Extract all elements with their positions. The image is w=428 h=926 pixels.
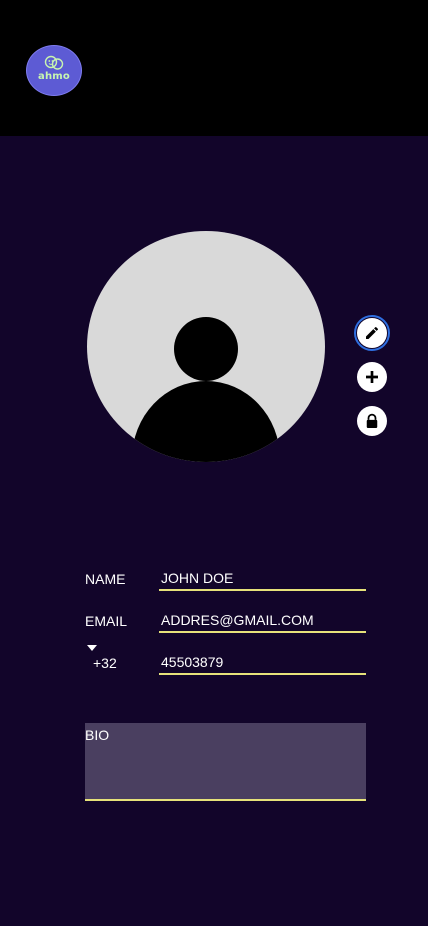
phone-field[interactable]	[159, 653, 366, 675]
chat-bubbles-icon	[44, 55, 64, 70]
country-code-select[interactable]: +32	[93, 655, 117, 671]
edit-profile-button[interactable]	[354, 315, 390, 351]
email-field[interactable]	[159, 611, 366, 633]
name-label: NAME	[85, 571, 126, 587]
top-bar: ahmo	[0, 0, 428, 136]
pencil-icon	[366, 326, 379, 339]
country-dropdown-arrow-icon[interactable]	[87, 645, 97, 651]
app-logo[interactable]: ahmo	[26, 45, 82, 96]
logo-text: ahmo	[38, 71, 70, 82]
lock-profile-button[interactable]	[357, 406, 387, 436]
add-photo-button[interactable]	[357, 362, 387, 392]
profile-page: ahmo NAME EMAIL +32	[0, 0, 428, 926]
name-field[interactable]	[159, 569, 366, 591]
plus-icon	[366, 371, 378, 383]
email-label: EMAIL	[85, 613, 128, 629]
user-silhouette-icon	[132, 317, 280, 462]
bio-field[interactable]	[85, 723, 366, 801]
profile-avatar	[87, 231, 325, 462]
lock-icon	[366, 413, 378, 428]
